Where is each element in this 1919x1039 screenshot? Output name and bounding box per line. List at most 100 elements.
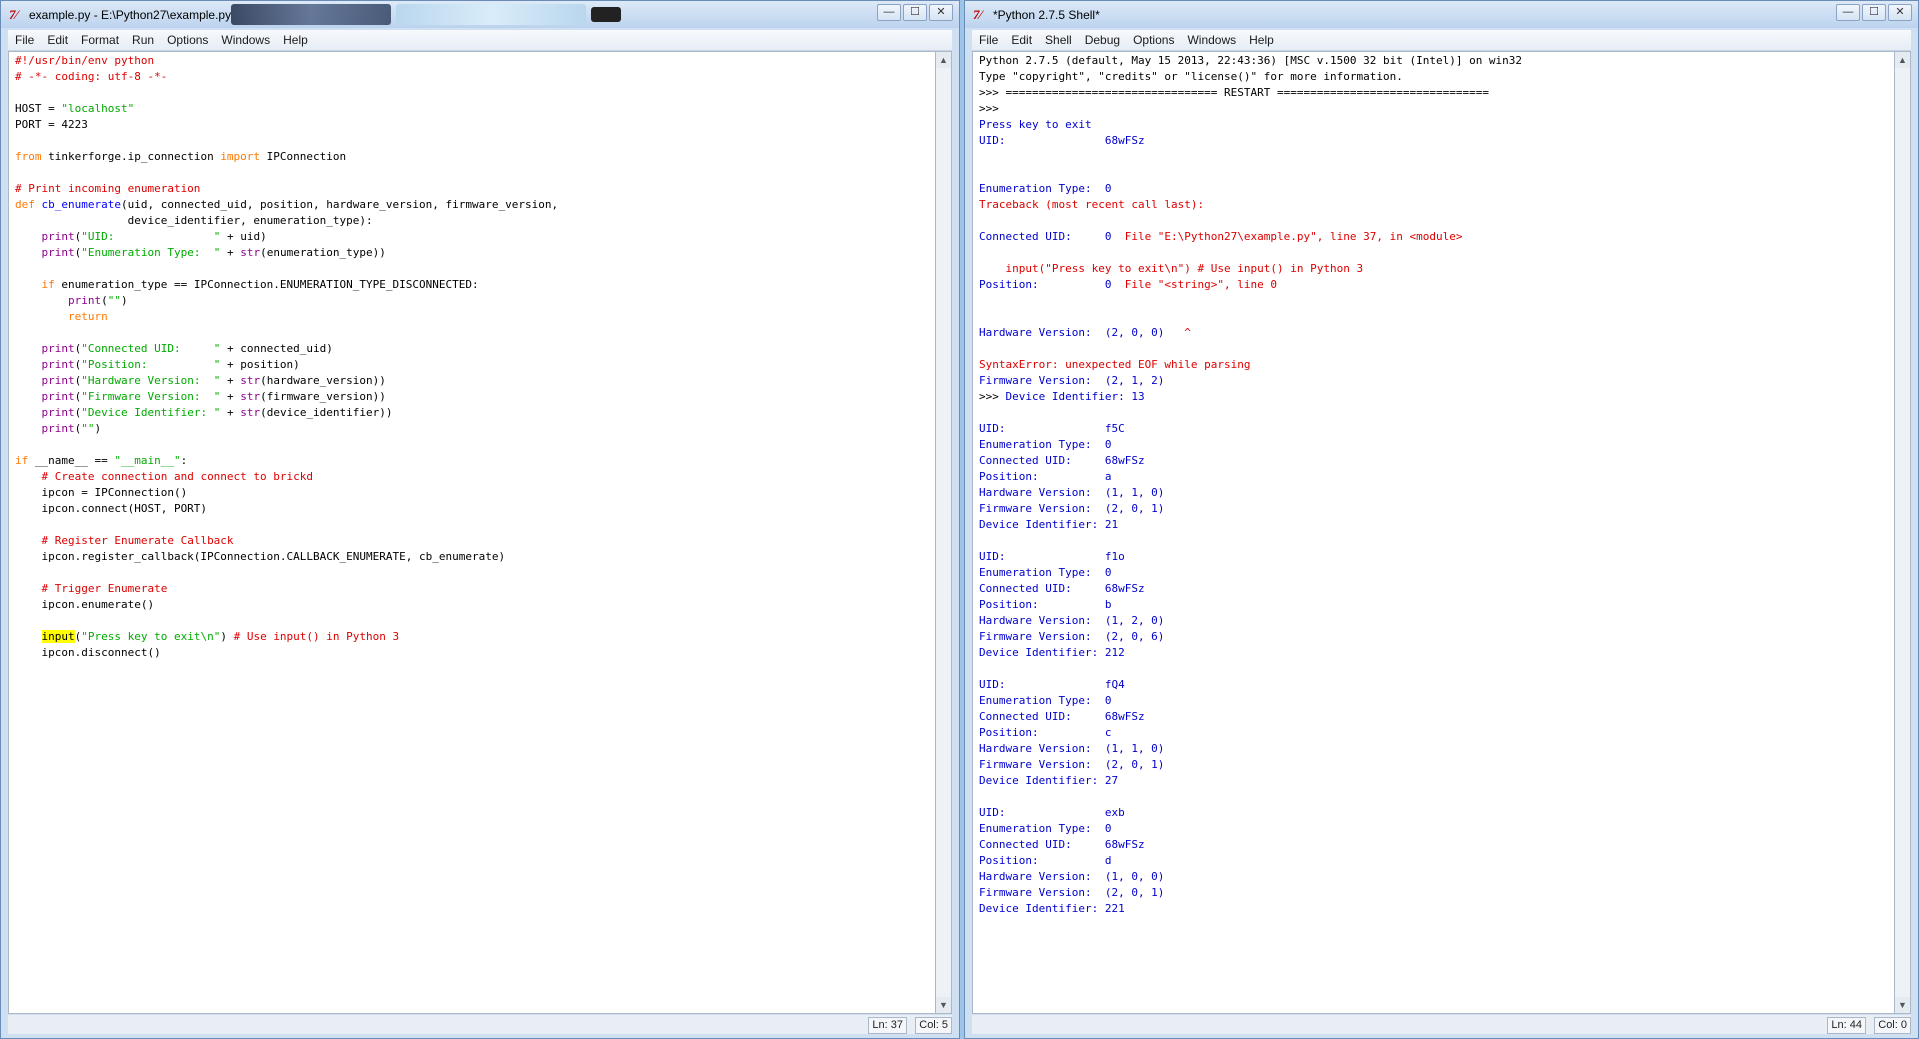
close-button[interactable]: ✕: [929, 4, 953, 21]
shell-line[interactable]: [979, 213, 1522, 229]
code-line[interactable]: # Create connection and connect to brick…: [15, 469, 558, 485]
scroll-down-arrow-icon[interactable]: ▼: [1895, 997, 1910, 1013]
shell-line[interactable]: [979, 789, 1522, 805]
code-line[interactable]: PORT = 4223: [15, 117, 558, 133]
menu-edit[interactable]: Edit: [1004, 30, 1038, 47]
code-line[interactable]: [15, 325, 558, 341]
menu-windows[interactable]: Windows: [1180, 30, 1242, 47]
shell-line[interactable]: [979, 533, 1522, 549]
shell-line[interactable]: [979, 293, 1522, 309]
menu-file[interactable]: File: [8, 30, 40, 47]
shell-line[interactable]: Position: a: [979, 469, 1522, 485]
shell-line[interactable]: Position: d: [979, 853, 1522, 869]
code-line[interactable]: [15, 165, 558, 181]
shell-line[interactable]: Enumeration Type: 0: [979, 565, 1522, 581]
code-editor[interactable]: #!/usr/bin/env python # -*- coding: utf-8…: [8, 51, 935, 1014]
shell-line[interactable]: Type "copyright", "credits" or "license(…: [979, 69, 1522, 85]
code-line[interactable]: def cb_enumerate(uid, connected_uid, pos…: [15, 197, 558, 213]
shell-line[interactable]: Press key to exit: [979, 117, 1522, 133]
shell-line[interactable]: >>> Device Identifier: 13: [979, 389, 1522, 405]
shell-line[interactable]: >>>: [979, 101, 1522, 117]
editor-window[interactable]: 7⁄ example.py - E:\Python27\example.py —…: [0, 0, 960, 1039]
shell-line[interactable]: Firmware Version: (2, 1, 2): [979, 373, 1522, 389]
maximize-button[interactable]: ☐: [1862, 4, 1886, 21]
shell-line[interactable]: SyntaxError: unexpected EOF while parsin…: [979, 357, 1522, 373]
shell-line[interactable]: [979, 165, 1522, 181]
code-line[interactable]: ipcon.register_callback(IPConnection.CAL…: [15, 549, 558, 565]
shell-line[interactable]: UID: 68wFSz: [979, 133, 1522, 149]
shell-line[interactable]: [979, 245, 1522, 261]
shell-line[interactable]: Hardware Version: (1, 1, 0): [979, 485, 1522, 501]
shell-line[interactable]: UID: exb: [979, 805, 1522, 821]
scroll-up-arrow-icon[interactable]: ▲: [936, 52, 951, 68]
shell-line[interactable]: >>> ================================ RES…: [979, 85, 1522, 101]
code-line[interactable]: [15, 565, 558, 581]
code-line[interactable]: from tinkerforge.ip_connection import IP…: [15, 149, 558, 165]
code-line[interactable]: ipcon.enumerate(): [15, 597, 558, 613]
shell-line[interactable]: Firmware Version: (2, 0, 1): [979, 885, 1522, 901]
shell-line[interactable]: Connected UID: 68wFSz: [979, 709, 1522, 725]
shell-line[interactable]: Hardware Version: (1, 0, 0): [979, 869, 1522, 885]
shell-line[interactable]: [979, 309, 1522, 325]
code-line[interactable]: input("Press key to exit\n") # Use input…: [15, 629, 558, 645]
code-line[interactable]: ipcon.connect(HOST, PORT): [15, 501, 558, 517]
code-line[interactable]: print("Device Identifier: " + str(device…: [15, 405, 558, 421]
code-line[interactable]: print("Enumeration Type: " + str(enumera…: [15, 245, 558, 261]
code-line[interactable]: print("Connected UID: " + connected_uid): [15, 341, 558, 357]
menu-help[interactable]: Help: [1242, 30, 1280, 47]
code-line[interactable]: device_identifier, enumeration_type):: [15, 213, 558, 229]
shell-output[interactable]: Python 2.7.5 (default, May 15 2013, 22:4…: [972, 51, 1894, 1014]
code-line[interactable]: HOST = "localhost": [15, 101, 558, 117]
shell-line[interactable]: Device Identifier: 27: [979, 773, 1522, 789]
code-line[interactable]: return: [15, 309, 558, 325]
shell-line[interactable]: Hardware Version: (1, 1, 0): [979, 741, 1522, 757]
shell-line[interactable]: [979, 661, 1522, 677]
code-line[interactable]: if enumeration_type == IPConnection.ENUM…: [15, 277, 558, 293]
scroll-up-arrow-icon[interactable]: ▲: [1895, 52, 1910, 68]
code-line[interactable]: # Trigger Enumerate: [15, 581, 558, 597]
shell-line[interactable]: Position: 0 File "<string>", line 0: [979, 277, 1522, 293]
code-line[interactable]: print(""): [15, 293, 558, 309]
shell-line[interactable]: Position: c: [979, 725, 1522, 741]
shell-line[interactable]: Device Identifier: 212: [979, 645, 1522, 661]
code-line[interactable]: [15, 517, 558, 533]
shell-text[interactable]: Python 2.7.5 (default, May 15 2013, 22:4…: [979, 53, 1522, 917]
code-line[interactable]: print(""): [15, 421, 558, 437]
code-line[interactable]: ipcon = IPConnection(): [15, 485, 558, 501]
shell-line[interactable]: [979, 149, 1522, 165]
menu-run[interactable]: Run: [125, 30, 160, 47]
shell-line[interactable]: Position: b: [979, 597, 1522, 613]
code-line[interactable]: # Print incoming enumeration: [15, 181, 558, 197]
editor-vertical-scrollbar[interactable]: ▲ ▼: [935, 51, 952, 1014]
shell-titlebar[interactable]: 7⁄ *Python 2.7.5 Shell* — ☐ ✕: [965, 1, 1918, 28]
code-line[interactable]: # Register Enumerate Callback: [15, 533, 558, 549]
shell-line[interactable]: UID: f5C: [979, 421, 1522, 437]
shell-line[interactable]: Connected UID: 68wFSz: [979, 453, 1522, 469]
menu-debug[interactable]: Debug: [1078, 30, 1126, 47]
close-button[interactable]: ✕: [1888, 4, 1912, 21]
menu-shell[interactable]: Shell: [1038, 30, 1078, 47]
menu-file[interactable]: File: [972, 30, 1004, 47]
minimize-button[interactable]: —: [877, 4, 901, 21]
code-line[interactable]: print("UID: " + uid): [15, 229, 558, 245]
shell-line[interactable]: UID: fQ4: [979, 677, 1522, 693]
code-line[interactable]: # -*- coding: utf-8 -*-: [15, 69, 558, 85]
shell-vertical-scrollbar[interactable]: ▲ ▼: [1894, 51, 1911, 1014]
menu-options[interactable]: Options: [1126, 30, 1180, 47]
code-line[interactable]: if __name__ == "__main__":: [15, 453, 558, 469]
shell-line[interactable]: Connected UID: 68wFSz: [979, 837, 1522, 853]
shell-line[interactable]: Device Identifier: 21: [979, 517, 1522, 533]
menu-options[interactable]: Options: [160, 30, 214, 47]
code-line[interactable]: [15, 437, 558, 453]
shell-line[interactable]: Enumeration Type: 0: [979, 181, 1522, 197]
shell-line[interactable]: Python 2.7.5 (default, May 15 2013, 22:4…: [979, 53, 1522, 69]
shell-line[interactable]: Firmware Version: (2, 0, 1): [979, 757, 1522, 773]
shell-line[interactable]: Hardware Version: (2, 0, 0) ^: [979, 325, 1522, 341]
code-line[interactable]: print("Firmware Version: " + str(firmwar…: [15, 389, 558, 405]
code-line[interactable]: print("Hardware Version: " + str(hardwar…: [15, 373, 558, 389]
menu-help[interactable]: Help: [276, 30, 314, 47]
shell-line[interactable]: Firmware Version: (2, 0, 6): [979, 629, 1522, 645]
shell-window[interactable]: 7⁄ *Python 2.7.5 Shell* — ☐ ✕ File Edit Sh…: [964, 0, 1919, 1039]
code-line[interactable]: [15, 133, 558, 149]
minimize-button[interactable]: —: [1836, 4, 1860, 21]
